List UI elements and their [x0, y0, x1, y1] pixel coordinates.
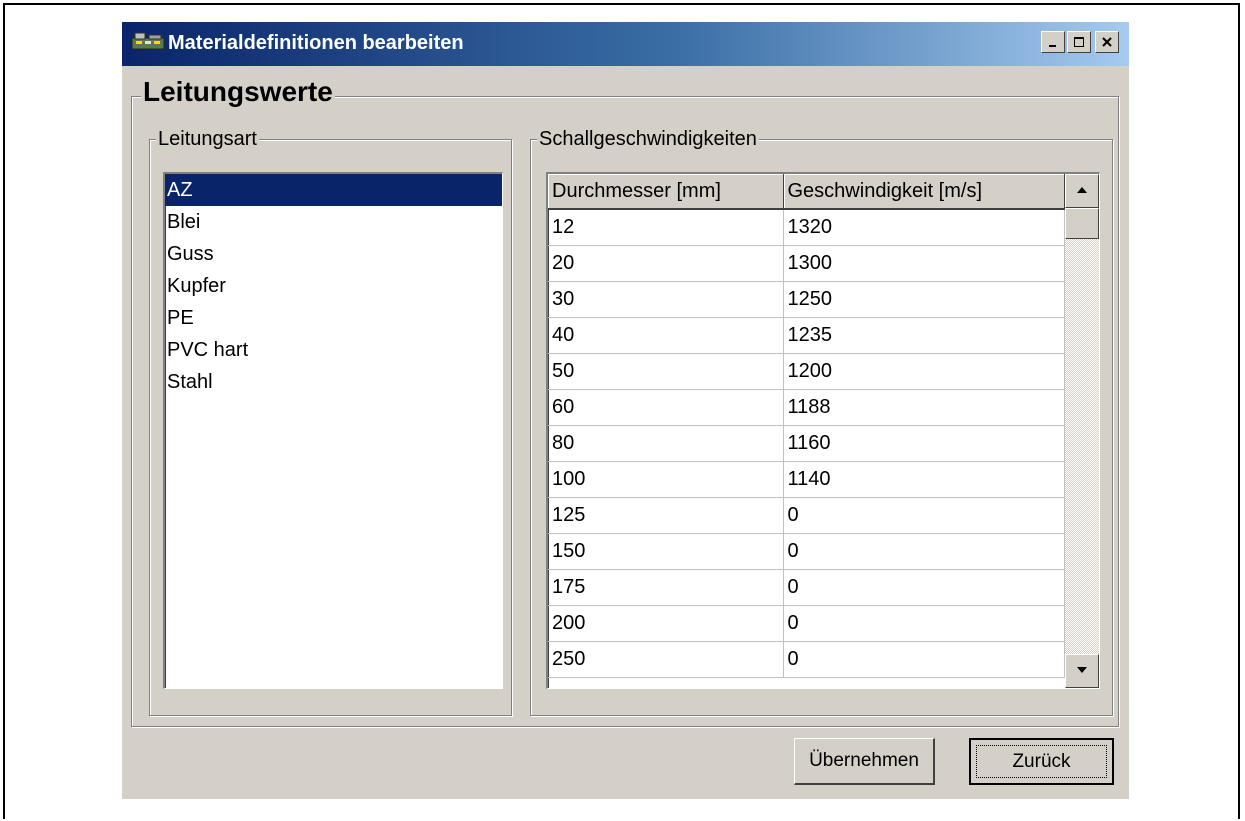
apply-button[interactable]: Übernehmen	[794, 738, 935, 785]
table-row[interactable]: 40 1235	[548, 317, 1065, 354]
speed-groupbox: Schallgeschwindigkeiten Durchmesser [mm]…	[530, 128, 1113, 716]
table-row[interactable]: 100 1140	[548, 461, 1065, 498]
arrow-down-icon	[1077, 667, 1087, 673]
table-row[interactable]: 20 1300	[548, 245, 1065, 282]
pipe-type-group-title: Leitungsart	[156, 128, 259, 151]
speed-cell[interactable]: 0	[783, 497, 1065, 534]
back-button[interactable]: Zurück	[969, 738, 1114, 785]
minimize-icon	[1049, 45, 1056, 47]
vertical-scrollbar[interactable]	[1065, 174, 1099, 688]
table-row[interactable]: 50 1200	[548, 353, 1065, 390]
close-icon	[1102, 37, 1112, 47]
main-groupbox: Leitungswerte Leitungsart AZ Blei Guss K…	[131, 76, 1119, 727]
toolbox-icon	[131, 32, 165, 50]
speed-cell[interactable]: 1200	[783, 353, 1065, 390]
maximize-icon	[1074, 37, 1084, 47]
arrow-up-icon	[1077, 187, 1087, 193]
table-row[interactable]: 175 0	[548, 569, 1065, 606]
close-button[interactable]	[1095, 31, 1119, 53]
speed-cell[interactable]: 1320	[783, 209, 1065, 246]
table-row[interactable]: 30 1250	[548, 281, 1065, 318]
speed-cell[interactable]: 1160	[783, 425, 1065, 462]
diameter-cell[interactable]: 250	[548, 641, 784, 678]
speed-cell[interactable]: 1235	[783, 317, 1065, 354]
list-item[interactable]: PE	[165, 302, 502, 334]
back-button-label: Zurück	[976, 745, 1107, 778]
diameter-cell[interactable]: 125	[548, 497, 784, 534]
window-title: Materialdefinitionen bearbeiten	[168, 32, 464, 54]
table-row[interactable]: 60 1188	[548, 389, 1065, 426]
speed-cell[interactable]: 0	[783, 533, 1065, 570]
title-bar[interactable]: Materialdefinitionen bearbeiten	[122, 22, 1129, 66]
diameter-cell[interactable]: 40	[548, 317, 784, 354]
speed-cell[interactable]: 0	[783, 569, 1065, 606]
scroll-down-button[interactable]	[1065, 654, 1099, 688]
minimize-button[interactable]	[1041, 31, 1065, 53]
speed-data-table: Durchmesser [mm] Geschwindigkeit [m/s] 1…	[548, 174, 1065, 678]
speed-group-title: Schallgeschwindigkeiten	[537, 128, 759, 151]
list-item[interactable]: Blei	[165, 206, 502, 238]
speed-cell[interactable]: 1188	[783, 389, 1065, 426]
speed-cell[interactable]: 0	[783, 605, 1065, 642]
diameter-cell[interactable]: 80	[548, 425, 784, 462]
list-item[interactable]: Guss	[165, 238, 502, 270]
table-header-row: Durchmesser [mm] Geschwindigkeit [m/s]	[548, 174, 1065, 210]
speed-cell[interactable]: 1140	[783, 461, 1065, 498]
maximize-button[interactable]	[1067, 31, 1091, 53]
table-row[interactable]: 200 0	[548, 605, 1065, 642]
dialog-window: Materialdefinitionen bearbeiten Leitungs…	[122, 22, 1129, 799]
list-item[interactable]: Kupfer	[165, 270, 502, 302]
diameter-cell[interactable]: 30	[548, 281, 784, 318]
table-row[interactable]: 150 0	[548, 533, 1065, 570]
speed-cell[interactable]: 1250	[783, 281, 1065, 318]
column-header-speed[interactable]: Geschwindigkeit [m/s]	[783, 174, 1065, 210]
table-row[interactable]: 80 1160	[548, 425, 1065, 462]
table-row[interactable]: 125 0	[548, 497, 1065, 534]
list-item[interactable]: AZ	[165, 174, 502, 206]
column-header-diameter[interactable]: Durchmesser [mm]	[548, 174, 784, 210]
diameter-cell[interactable]: 50	[548, 353, 784, 390]
scroll-up-button[interactable]	[1065, 174, 1099, 208]
diameter-cell[interactable]: 20	[548, 245, 784, 282]
speed-cell[interactable]: 0	[783, 641, 1065, 678]
table-row[interactable]: 250 0	[548, 641, 1065, 678]
diameter-cell[interactable]: 12	[548, 209, 784, 246]
main-group-title: Leitungswerte	[141, 76, 335, 108]
pipe-type-list[interactable]: AZ Blei Guss Kupfer PE PVC hart Stahl	[163, 172, 503, 689]
list-item[interactable]: Stahl	[165, 366, 502, 398]
pipe-type-groupbox: Leitungsart AZ Blei Guss Kupfer PE PVC h…	[149, 128, 512, 716]
scroll-thumb[interactable]	[1065, 208, 1099, 239]
diameter-cell[interactable]: 150	[548, 533, 784, 570]
list-item[interactable]: PVC hart	[165, 334, 502, 366]
speed-table[interactable]: Durchmesser [mm] Geschwindigkeit [m/s] 1…	[546, 172, 1100, 689]
diameter-cell[interactable]: 100	[548, 461, 784, 498]
speed-cell[interactable]: 1300	[783, 245, 1065, 282]
diameter-cell[interactable]: 175	[548, 569, 784, 606]
table-row[interactable]: 12 1320	[548, 209, 1065, 246]
diameter-cell[interactable]: 60	[548, 389, 784, 426]
diameter-cell[interactable]: 200	[548, 605, 784, 642]
